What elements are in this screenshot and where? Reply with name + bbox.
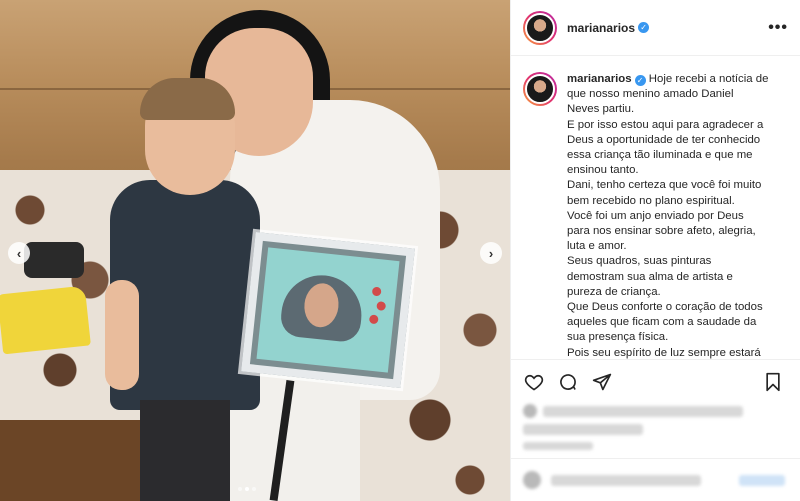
caption-line: demostram sua alma de artista e	[567, 270, 733, 283]
carousel-dot-active	[245, 487, 249, 491]
caption-line: bem recebido no plano espiritual.	[567, 194, 735, 207]
bookmark-icon[interactable]	[760, 369, 786, 395]
caption-line: Hoje recebi a notícia de	[648, 73, 769, 85]
chevron-left-icon: ‹	[16, 245, 22, 261]
blurred-likes-text	[543, 406, 743, 417]
carousel-dot	[238, 487, 242, 491]
caption-line: Pois seu espírito de luz sempre estará	[567, 346, 761, 359]
caption-line: essa criança tão iluminada e que me	[567, 149, 753, 162]
caption-line: aqueles que ficam com a saudade da	[567, 316, 757, 329]
blurred-comment-input[interactable]	[551, 475, 701, 486]
photo-boy-hair	[140, 78, 235, 120]
caption-line: Seus quadros, suas pinturas	[567, 255, 712, 268]
caption-line: Dani, tenho certeza que você foi muito	[567, 179, 762, 192]
chevron-right-icon: ›	[488, 245, 494, 261]
comment-bar	[511, 458, 800, 501]
photo-boy-arm	[105, 280, 139, 390]
carousel-dots	[238, 487, 256, 491]
heart-icon[interactable]	[521, 369, 547, 395]
blurred-liker-avatar	[523, 404, 537, 418]
caption-line: luta e amor.	[567, 240, 627, 253]
caption-line: ensinou tanto.	[567, 164, 639, 177]
caption-line: E por isso estou aqui para agradecer a	[567, 118, 764, 131]
action-bar	[511, 360, 800, 404]
blurred-emoji-icon[interactable]	[523, 471, 541, 489]
caption-line: sua presença física.	[567, 331, 669, 344]
verified-badge-icon: ✓	[634, 75, 646, 87]
post-photo[interactable]: ‹ ›	[0, 0, 510, 501]
caption-line: Deus a oportunidade de ter conhecido	[567, 133, 761, 146]
caption-line: para nos ensinar sobre afeto, alegria,	[567, 225, 756, 238]
caption-line: Você foi um anjo enviado por Deus	[567, 209, 744, 222]
post-sidebar: marianarios ✓ ••• marianarios ✓ Hoje rece…	[510, 0, 800, 501]
post-header: marianarios ✓ •••	[511, 0, 800, 56]
caption-line: pureza de criança.	[567, 285, 661, 298]
blurred-timestamp	[523, 442, 593, 450]
photo-yellow-bag	[0, 285, 91, 355]
photo-elephant-painting	[241, 232, 415, 388]
caption-text: marianarios ✓ Hoje recebi a notícia de qu…	[567, 72, 768, 359]
username-link[interactable]: marianarios	[567, 21, 635, 35]
caption-username-link[interactable]: marianarios	[567, 73, 632, 85]
carousel-next-button[interactable]: ›	[480, 242, 502, 264]
photo-boy-pants	[140, 400, 230, 501]
photo-floor	[0, 420, 150, 501]
avatar[interactable]	[523, 10, 557, 45]
comment-icon[interactable]	[555, 369, 581, 395]
instagram-post-viewer: ‹ › marianarios ✓ ••• marianarios ✓ Hoje …	[0, 0, 800, 501]
blurred-likes-text	[523, 424, 643, 435]
verified-badge-icon: ✓	[638, 22, 650, 33]
caption-line: Que Deus conforte o coração de todos	[567, 301, 763, 314]
caption-block: marianarios ✓ Hoje recebi a notícia de qu…	[511, 56, 800, 360]
carousel-dot	[252, 487, 256, 491]
caption-line: Neves partiu.	[567, 103, 635, 116]
carousel-prev-button[interactable]: ‹	[8, 242, 30, 264]
share-icon[interactable]	[589, 369, 615, 395]
photo-dark-bag	[24, 242, 84, 278]
caption-avatar[interactable]	[523, 72, 557, 106]
blurred-publish-button[interactable]	[739, 475, 785, 486]
caption-line: que nosso menino amado Daniel	[567, 88, 734, 101]
more-horizontal-icon[interactable]: •••	[768, 19, 788, 37]
